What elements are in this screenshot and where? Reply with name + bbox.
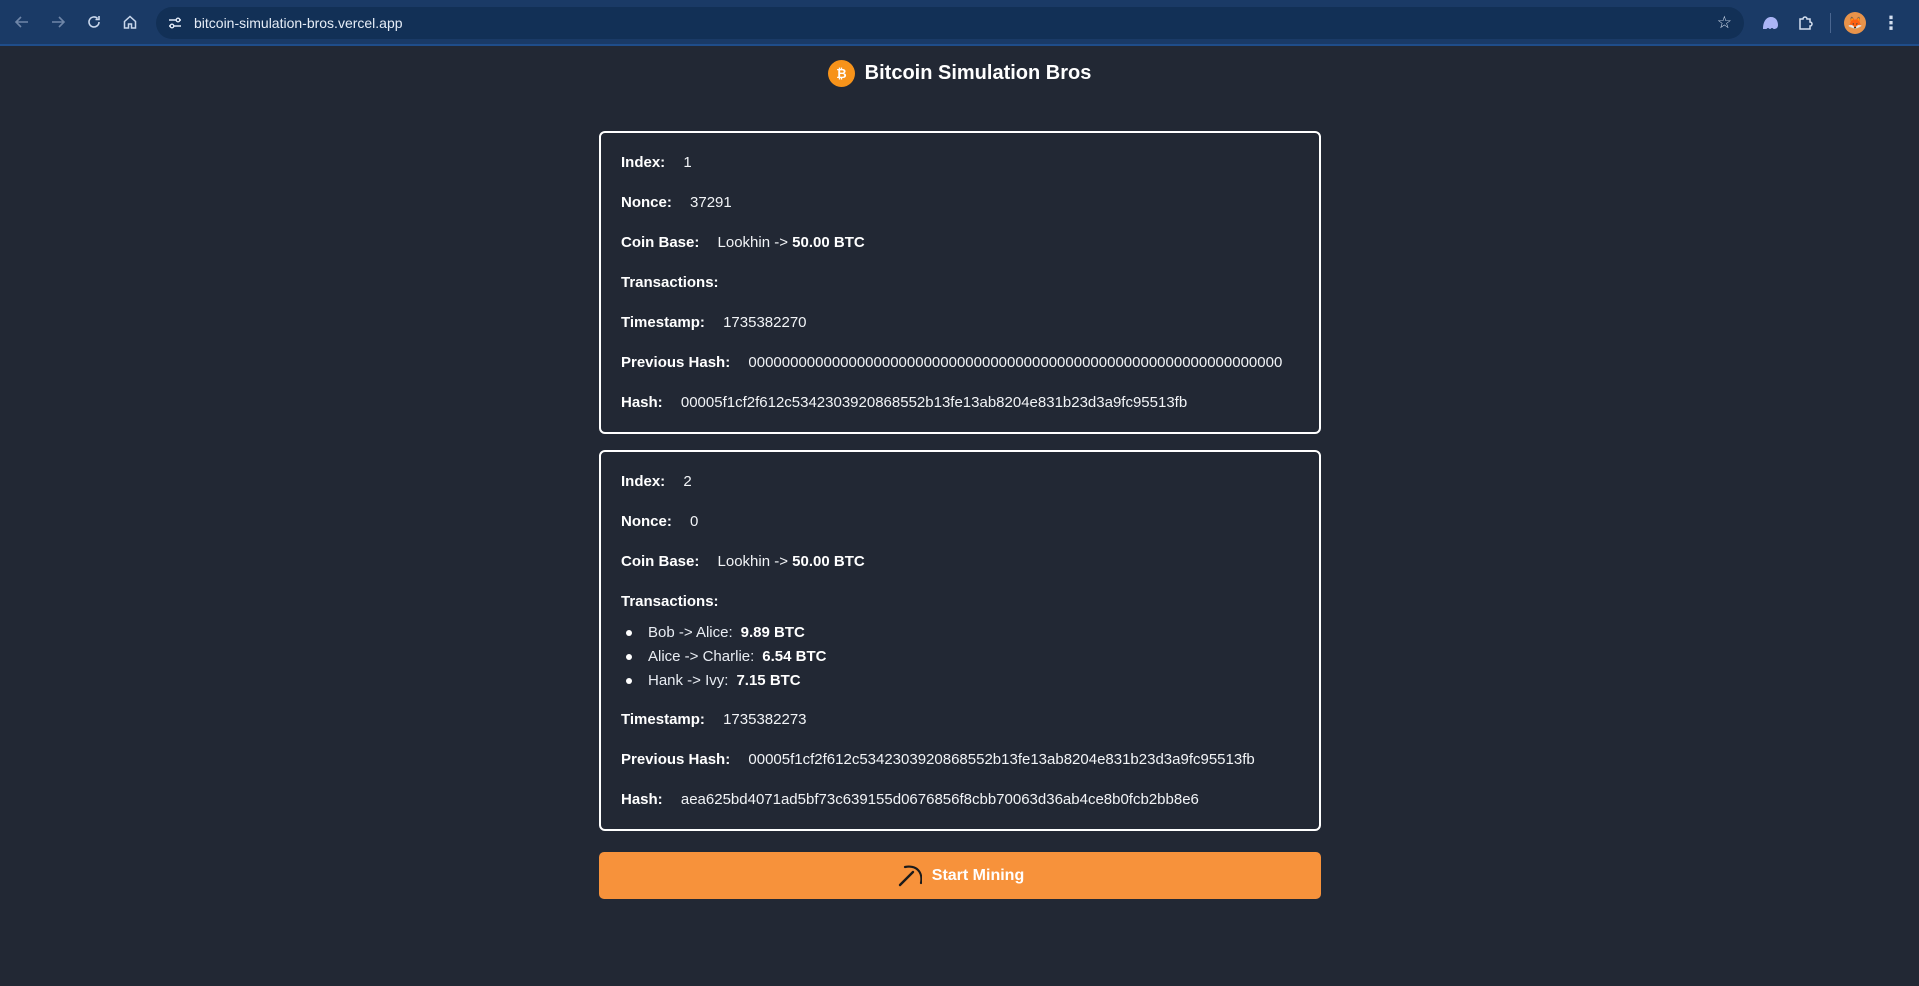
coinbase-amount: 50.00 BTC	[792, 234, 865, 251]
index-value: 2	[683, 473, 692, 490]
hash-row: Hash: aea625bd4071ad5bf73c639155d0676856…	[621, 791, 1299, 809]
previous-hash-label: Previous Hash:	[621, 354, 731, 371]
bullet-icon	[626, 654, 632, 660]
browser-toolbar: bitcoin-simulation-bros.vercel.app ☆ 🦊 ⋮	[0, 0, 1919, 46]
url-text[interactable]: bitcoin-simulation-bros.vercel.app	[194, 15, 403, 31]
index-row: Index: 2	[621, 473, 1299, 491]
timestamp-row: Timestamp: 1735382270	[621, 314, 1299, 332]
transactions-list: Bob -> Alice: 9.89 BTC Alice -> Charlie:…	[621, 621, 1299, 693]
block-card: Index: 1 Nonce: 37291 Coin Base: Lookhin…	[599, 131, 1321, 434]
list-item: Bob -> Alice: 9.89 BTC	[626, 621, 1299, 645]
start-mining-label: Start Mining	[931, 866, 1025, 884]
menu-dots-icon[interactable]: ⋮	[1873, 7, 1909, 39]
toolbar-divider	[1830, 13, 1831, 33]
reload-icon[interactable]	[76, 4, 112, 40]
address-bar[interactable]: bitcoin-simulation-bros.vercel.app ☆	[156, 7, 1744, 39]
timestamp-value: 1735382270	[723, 314, 807, 331]
hash-row: Hash: 00005f1cf2f612c5342303920868552b13…	[621, 394, 1299, 412]
profile-avatar[interactable]: 🦊	[1837, 7, 1873, 39]
timestamp-label: Timestamp:	[621, 314, 705, 331]
nonce-row: Nonce: 37291	[621, 194, 1299, 212]
transaction-amount: 6.54 BTC	[762, 648, 827, 665]
coinbase-row: Coin Base: Lookhin -> 50.00 BTC	[621, 234, 1299, 252]
previous-hash-value: 0000000000000000000000000000000000000000…	[748, 354, 1283, 371]
index-label: Index:	[621, 154, 666, 171]
previous-hash-label: Previous Hash:	[621, 751, 731, 768]
coinbase-label: Coin Base:	[621, 553, 700, 570]
blockchain-list: Index: 1 Nonce: 37291 Coin Base: Lookhin…	[599, 131, 1321, 847]
nonce-row: Nonce: 0	[621, 513, 1299, 531]
home-icon[interactable]	[112, 4, 148, 40]
start-mining-button[interactable]: Start Mining	[599, 852, 1321, 899]
timestamp-value: 1735382273	[723, 711, 807, 728]
hash-value: 00005f1cf2f612c5342303920868552b13fe13ab…	[680, 394, 1188, 411]
ghost-extension-icon[interactable]	[1752, 7, 1788, 39]
bullet-icon	[626, 630, 632, 636]
transactions-row: Transactions:	[621, 593, 1299, 611]
coinbase-label: Coin Base:	[621, 234, 700, 251]
previous-hash-value: 00005f1cf2f612c5342303920868552b13fe13ab…	[748, 751, 1255, 768]
previous-hash-row: Previous Hash: 00005f1cf2f612c5342303920…	[621, 751, 1299, 769]
coinbase-recipient: Lookhin ->	[717, 553, 788, 570]
transactions-label: Transactions:	[621, 274, 719, 291]
extensions-area: 🦊 ⋮	[1752, 7, 1909, 39]
nonce-value: 37291	[690, 194, 732, 211]
page-header: ₿ Bitcoin Simulation Bros	[0, 60, 1919, 87]
coinbase-recipient: Lookhin ->	[717, 234, 788, 251]
transactions-row: Transactions:	[621, 274, 1299, 292]
transaction-parties: Bob -> Alice:	[648, 624, 733, 641]
transaction-amount: 7.15 BTC	[736, 672, 801, 689]
transactions-label: Transactions:	[621, 593, 719, 610]
index-row: Index: 1	[621, 154, 1299, 172]
transaction-parties: Hank -> Ivy:	[648, 672, 729, 689]
timestamp-label: Timestamp:	[621, 711, 705, 728]
bullet-icon	[626, 678, 632, 684]
svg-text:₿: ₿	[836, 67, 846, 82]
index-value: 1	[683, 154, 692, 171]
avatar-icon: 🦊	[1844, 12, 1866, 34]
nonce-label: Nonce:	[621, 513, 672, 530]
coinbase-amount: 50.00 BTC	[792, 553, 865, 570]
hash-label: Hash:	[621, 791, 663, 808]
page-title: Bitcoin Simulation Bros	[864, 62, 1092, 84]
block-card: Index: 2 Nonce: 0 Coin Base: Lookhin -> …	[599, 450, 1321, 831]
bitcoin-logo-icon: ₿	[827, 60, 855, 87]
index-label: Index:	[621, 473, 666, 490]
back-icon[interactable]	[4, 4, 40, 40]
previous-hash-row: Previous Hash: 0000000000000000000000000…	[621, 354, 1299, 372]
forward-icon[interactable]	[40, 4, 76, 40]
site-info-icon[interactable]	[160, 8, 190, 38]
transaction-amount: 9.89 BTC	[740, 624, 805, 641]
hash-label: Hash:	[621, 394, 663, 411]
hash-value: aea625bd4071ad5bf73c639155d0676856f8cbb7…	[680, 791, 1199, 808]
transaction-parties: Alice -> Charlie:	[648, 648, 755, 665]
nonce-label: Nonce:	[621, 194, 672, 211]
list-item: Alice -> Charlie: 6.54 BTC	[626, 645, 1299, 669]
coinbase-row: Coin Base: Lookhin -> 50.00 BTC	[621, 553, 1299, 571]
bookmark-star-icon[interactable]: ☆	[1717, 13, 1732, 33]
pickaxe-icon	[896, 863, 922, 889]
nonce-value: 0	[690, 513, 699, 530]
timestamp-row: Timestamp: 1735382273	[621, 711, 1299, 729]
puzzle-extensions-icon[interactable]	[1788, 7, 1824, 39]
list-item: Hank -> Ivy: 7.15 BTC	[626, 669, 1299, 693]
